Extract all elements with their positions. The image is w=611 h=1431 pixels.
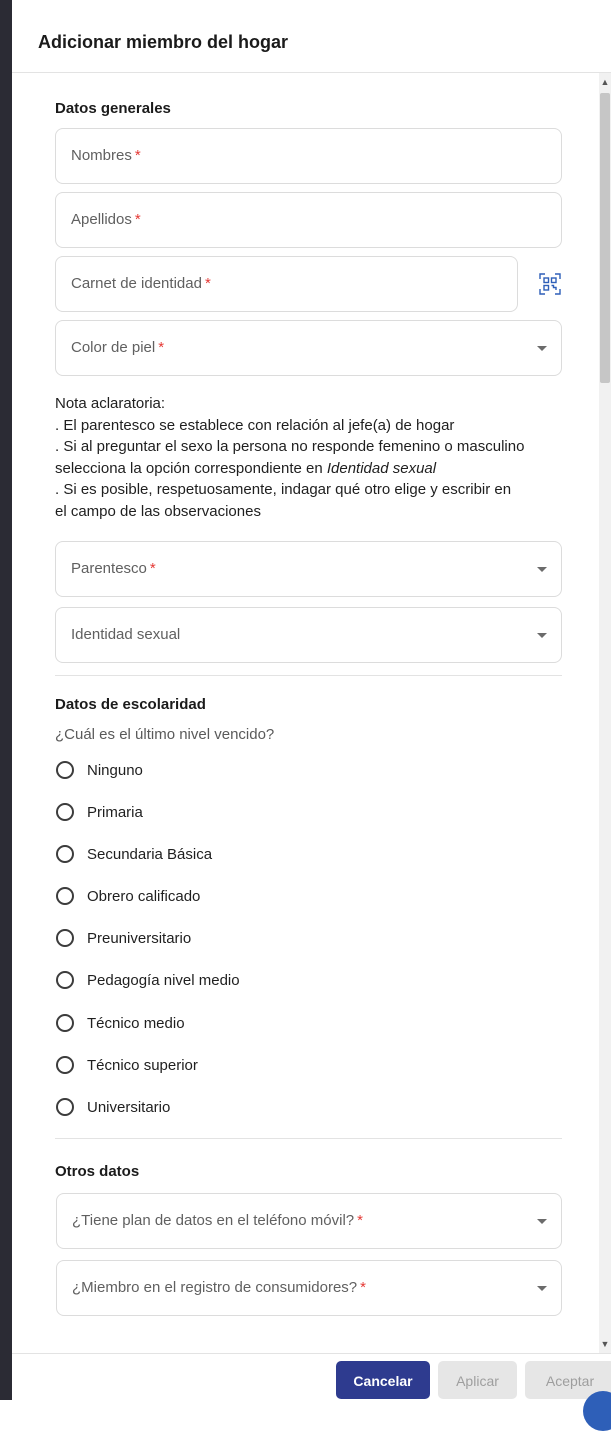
schooling-question: ¿Cuál es el último nivel vencido? [55, 726, 275, 743]
radio-label: Universitario [87, 1098, 171, 1116]
section-divider [55, 1138, 562, 1139]
radio-option[interactable]: Técnico medio [55, 1011, 185, 1035]
required-marker: * [204, 275, 211, 292]
carnet-field[interactable]: Carnet de identidad * [55, 256, 518, 312]
dropdown-caret-icon [537, 346, 547, 351]
scroll-up-icon[interactable]: ▲ [599, 73, 611, 91]
radio-button[interactable] [56, 887, 74, 905]
radio-label: Secundaria Básica [87, 845, 213, 863]
dropdown-caret-icon [537, 567, 547, 572]
note-line: . Si al preguntar el sexo la persona no … [55, 438, 525, 455]
radio-label: Pedagogía nivel medio [87, 971, 240, 989]
scroll-down-icon[interactable]: ▼ [599, 1335, 611, 1353]
note-line: . El parentesco se establece con relació… [55, 416, 455, 434]
radio-button[interactable] [56, 1014, 74, 1032]
radio-option[interactable]: Técnico superior [55, 1053, 198, 1077]
cancel-button[interactable]: Cancelar [336, 1361, 430, 1399]
radio-option[interactable]: Universitario [55, 1095, 170, 1119]
radio-label: Preuniversitario [87, 929, 192, 947]
clarifying-note: Nota aclaratoria: . El parentesco se est… [55, 393, 575, 522]
section-title-other: Otros datos [55, 1163, 140, 1180]
radio-label: Ninguno [87, 761, 143, 779]
dialog-title: Adicionar miembro del hogar [38, 32, 289, 52]
apellidos-label: Apellidos * [71, 211, 141, 228]
identidad-sexual-select[interactable]: Identidad sexual [55, 607, 562, 663]
floating-action-button[interactable] [583, 1391, 611, 1431]
scrollbar[interactable]: ▲ ▼ [599, 73, 611, 1353]
radio-label: Técnico superior [87, 1056, 198, 1074]
radio-label: Obrero calificado [87, 887, 201, 905]
radio-button[interactable] [56, 929, 74, 947]
note-line: . Si es posible, respetuosamente, indaga… [55, 481, 512, 498]
radio-option[interactable]: Preuniversitario [55, 926, 191, 950]
radio-button[interactable] [56, 803, 74, 821]
radio-option[interactable]: Primaria [55, 800, 143, 824]
required-marker: * [357, 1212, 363, 1229]
identidad-sexual-label: Identidad sexual [71, 626, 181, 643]
parentesco-select[interactable]: Parentesco * [55, 541, 562, 597]
radio-button[interactable] [56, 1098, 74, 1116]
nombres-label: Nombres * [71, 147, 141, 164]
note-emphasis: Identidad sexual [326, 459, 437, 477]
apellidos-field[interactable]: Apellidos * [55, 192, 562, 248]
required-marker: * [158, 339, 165, 356]
radio-button[interactable] [56, 971, 74, 989]
required-marker: * [134, 147, 141, 164]
footer-divider [12, 1353, 611, 1354]
plan-datos-label: ¿Tiene plan de datos en el teléfono móvi… [72, 1212, 363, 1229]
radio-button[interactable] [56, 845, 74, 863]
radio-button[interactable] [56, 761, 74, 779]
required-marker: * [360, 1279, 366, 1296]
required-marker: * [134, 211, 141, 228]
section-divider [55, 675, 562, 676]
note-title: Nota aclaratoria: [55, 395, 166, 412]
radio-option[interactable]: Pedagogía nivel medio [55, 968, 240, 992]
radio-button[interactable] [56, 1056, 74, 1074]
radio-label: Primaria [87, 803, 143, 821]
section-title-general: Datos generales [55, 100, 171, 117]
nombres-field[interactable]: Nombres * [55, 128, 562, 184]
dropdown-caret-icon [537, 633, 547, 638]
note-line: selecciona la opción correspondiente en … [55, 459, 437, 477]
dropdown-caret-icon [537, 1286, 547, 1291]
section-title-schooling: Datos de escolaridad [55, 696, 206, 713]
registro-select[interactable]: ¿Miembro en el registro de consumidores?… [56, 1260, 562, 1316]
radio-option[interactable]: Ninguno [55, 758, 143, 782]
dialog-body: Datos generales Nombres * Apellidos * Carn… [12, 73, 611, 1353]
color-piel-label: Color de piel * [71, 339, 165, 356]
plan-datos-select[interactable]: ¿Tiene plan de datos en el teléfono móvi… [56, 1193, 562, 1249]
carnet-label: Carnet de identidad * [71, 275, 211, 292]
parentesco-label: Parentesco * [71, 560, 156, 577]
note-line: el campo de las observaciones [55, 502, 261, 520]
color-piel-select[interactable]: Color de piel * [55, 320, 562, 376]
backdrop [0, 0, 12, 1400]
radio-option[interactable]: Secundaria Básica [55, 842, 212, 866]
registro-label: ¿Miembro en el registro de consumidores?… [72, 1279, 366, 1296]
qr-scan-icon[interactable] [539, 273, 561, 295]
radio-label: Técnico medio [87, 1014, 185, 1032]
apply-button[interactable]: Aplicar [438, 1361, 517, 1399]
scrollbar-thumb[interactable] [600, 93, 610, 383]
add-household-member-dialog: Adicionar miembro del hogar Datos genera… [12, 0, 611, 1400]
dropdown-caret-icon [537, 1219, 547, 1224]
radio-option[interactable]: Obrero calificado [55, 884, 200, 908]
required-marker: * [149, 560, 156, 577]
